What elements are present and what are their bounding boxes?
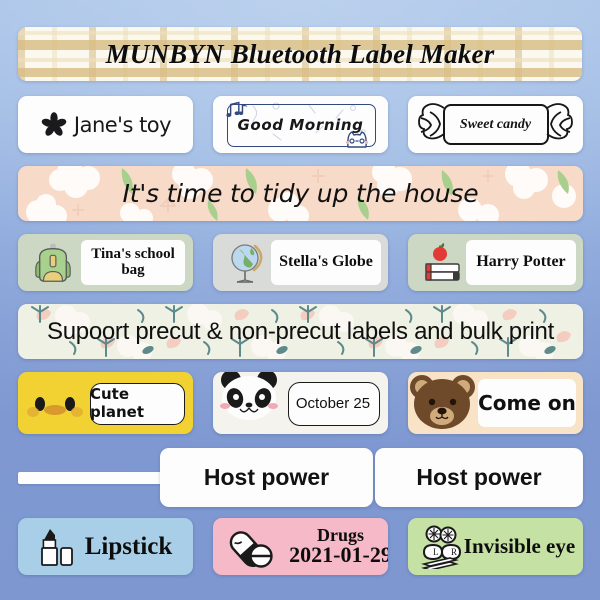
label-text: Sweet candy [459, 116, 532, 132]
label-cute-planet[interactable]: Cute planet [18, 372, 193, 434]
label-janes-toy[interactable]: Jane's toy [18, 96, 193, 153]
label-invisible-eye[interactable]: L R Invisible eye [408, 518, 583, 575]
label-blank-strip[interactable] [18, 472, 166, 484]
label-text: Lipstick [84, 532, 173, 560]
label-text: Invisible eye [463, 534, 576, 558]
svg-text:R: R [451, 547, 457, 557]
label-good-morning[interactable]: Good Morning [213, 96, 388, 153]
label-text: Stella's Globe [279, 253, 373, 271]
label-stellas-globe[interactable]: Stella's Globe [213, 234, 388, 291]
books-apple-icon [425, 243, 460, 281]
lipstick-icon [41, 529, 73, 566]
label-harry-potter[interactable]: Harry Potter [408, 234, 583, 291]
header-banner: MUNBYN Bluetooth Label Maker [18, 27, 582, 81]
label-drugs[interactable]: Drugs 2021-01-29 [213, 518, 388, 575]
label-text: Cute planet [90, 385, 145, 421]
flower-icon [41, 112, 67, 136]
contact-lens-case-icon: L R [421, 525, 462, 569]
label-text: Jane's toy [73, 112, 172, 137]
label-october-25[interactable]: October 25 [213, 372, 388, 434]
label-text: Come on [478, 391, 576, 415]
svg-text:L: L [433, 547, 439, 557]
label-come-on[interactable]: Come on [408, 372, 583, 434]
label-text: Host power [203, 464, 330, 490]
label-text: It's time to tidy up the house [122, 179, 479, 208]
label-host-power-1[interactable]: Host power [160, 448, 373, 507]
page-title: MUNBYN Bluetooth Label Maker [105, 38, 495, 69]
label-text: October 25 [295, 394, 371, 412]
pill-capsule-icon [229, 531, 273, 568]
label-text: Supoort precut & non-precut labels and b… [47, 317, 554, 345]
label-text-date: 2021-01-29 [289, 542, 388, 568]
product-label-showcase: MUNBYN Bluetooth Label Maker Jane's toy [0, 0, 600, 600]
label-text: Host power [416, 464, 542, 490]
label-lipstick[interactable]: Lipstick [18, 518, 193, 575]
label-text: Good Morning [237, 115, 364, 134]
label-tinas-school-bag[interactable]: Tina's school bag [18, 234, 193, 291]
label-tidy-house[interactable]: It's time to tidy up the house [18, 166, 583, 221]
label-text: Harry Potter [476, 253, 566, 271]
label-text: Tina's school bag [91, 245, 175, 278]
backpack-icon [35, 243, 71, 282]
label-supoort-precut[interactable]: Supoort precut & non-precut labels and b… [18, 304, 583, 359]
label-host-power-2[interactable]: Host power [375, 448, 583, 507]
globe-icon [231, 244, 263, 283]
label-sweet-candy[interactable]: Sweet candy [408, 96, 583, 153]
